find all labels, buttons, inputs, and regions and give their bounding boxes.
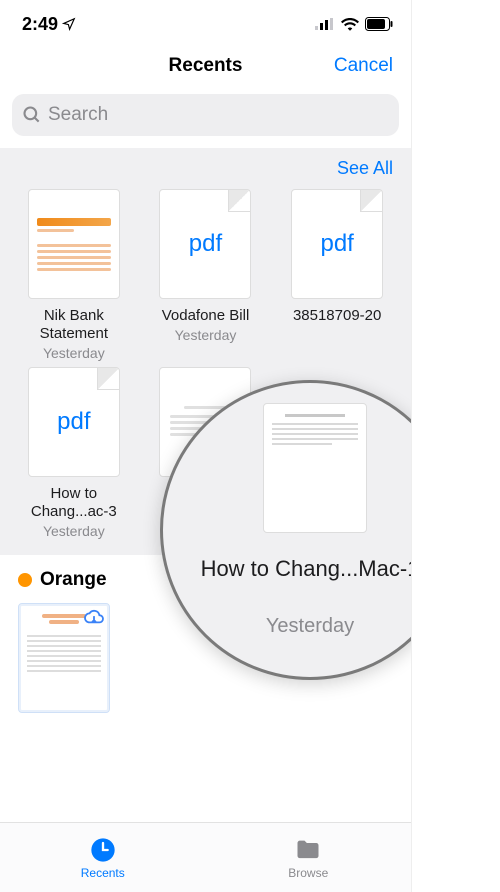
magnified-file-date: Yesterday (163, 615, 412, 638)
file-item[interactable]: Nik Bank Statement Yesterday (12, 189, 136, 361)
file-thumbnail-pdf: pdf (291, 189, 383, 299)
magnified-file-name: How to Chang...Mac-1 (163, 555, 412, 583)
orange-label: Orange (40, 569, 107, 591)
file-item[interactable]: pdf 38518709-20 (275, 189, 399, 361)
file-name: How to Chang...ac-3 (31, 485, 117, 521)
page-title: Recents (169, 55, 243, 77)
file-thumbnail-statement (28, 189, 120, 299)
signal-icon (315, 18, 335, 30)
cancel-button[interactable]: Cancel (334, 55, 393, 77)
clock-icon (89, 836, 117, 864)
magnified-thumbnail (263, 403, 367, 533)
file-date: Yesterday (43, 523, 105, 539)
location-icon (62, 17, 76, 31)
folder-icon (294, 836, 322, 864)
orange-file-item[interactable] (18, 603, 110, 713)
tab-recents[interactable]: Recents (0, 823, 206, 892)
search-wrap: Search (0, 90, 411, 148)
tab-browse[interactable]: Browse (206, 823, 412, 892)
status-bar: 2:49 (0, 0, 411, 36)
tab-label: Recents (81, 866, 125, 880)
tab-bar: Recents Browse (0, 822, 411, 892)
file-date: Yesterday (43, 345, 105, 361)
battery-icon (365, 17, 393, 31)
file-thumbnail-pdf: pdf (28, 367, 120, 477)
orange-dot-icon (18, 573, 32, 587)
file-thumbnail-pdf: pdf (159, 189, 251, 299)
file-date: Yesterday (175, 327, 237, 343)
file-item[interactable]: pdf Vodafone Bill Yesterday (144, 189, 268, 361)
cloud-download-icon (83, 608, 105, 626)
file-item[interactable]: pdf How to Chang...ac-3 Yesterday (12, 367, 136, 539)
see-all-link[interactable]: See All (12, 158, 399, 189)
file-name: 38518709-20 (293, 307, 381, 325)
magnifier-overlay: How to Chang...Mac-1 Yesterday (160, 380, 412, 680)
search-placeholder: Search (48, 104, 108, 126)
status-right (315, 17, 393, 31)
search-input[interactable]: Search (12, 94, 399, 136)
wifi-icon (341, 17, 359, 31)
tab-label: Browse (288, 866, 328, 880)
files-picker-screen: 2:49 Recents Cancel Search See All (0, 0, 412, 892)
file-name: Nik Bank Statement (40, 307, 108, 343)
search-icon (22, 105, 42, 125)
file-name: Vodafone Bill (162, 307, 250, 325)
nav-header: Recents Cancel (0, 42, 411, 90)
status-time: 2:49 (22, 14, 58, 35)
status-left: 2:49 (22, 14, 76, 35)
